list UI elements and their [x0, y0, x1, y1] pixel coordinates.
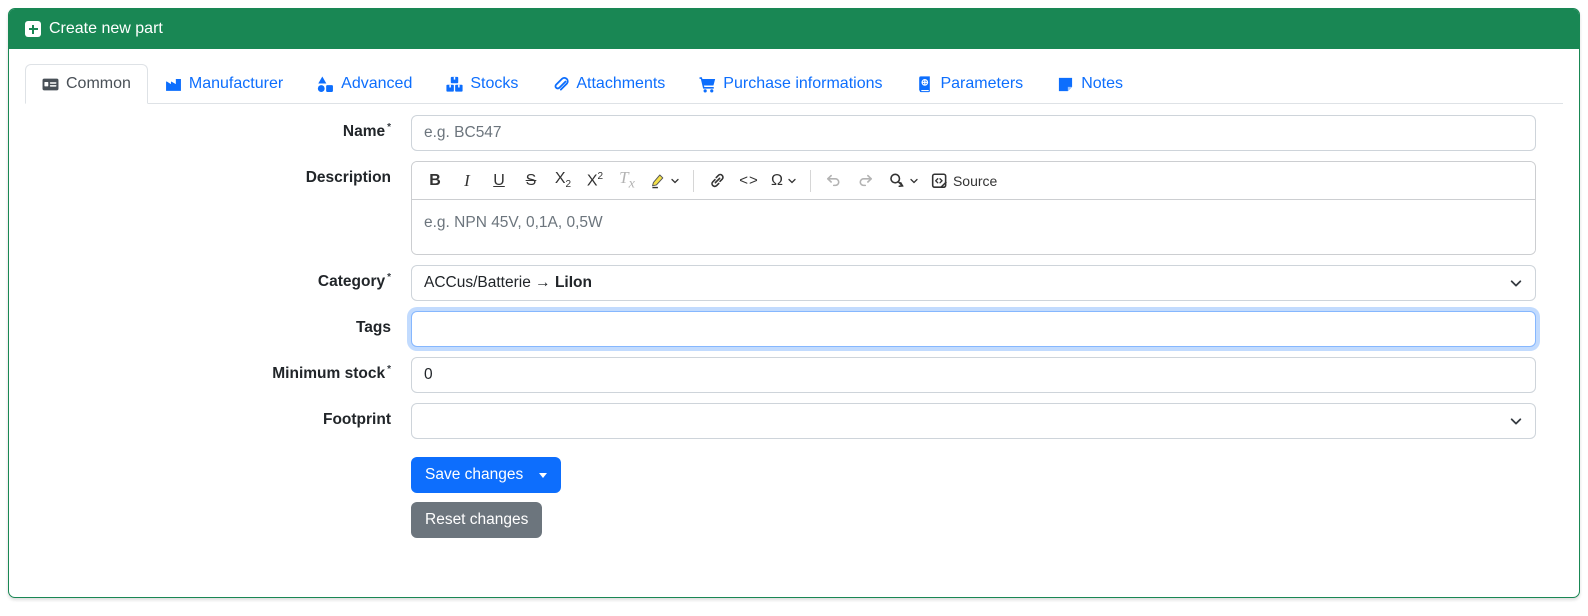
required-asterisk: * — [387, 364, 391, 375]
category-label: Category * — [317, 272, 391, 290]
sticky-note-icon — [1059, 77, 1073, 91]
chevron-down-icon — [671, 178, 679, 183]
find-replace-button[interactable] — [883, 167, 924, 195]
tab-label: Manufacturer — [188, 75, 284, 92]
toolbar-separator — [693, 169, 694, 192]
chevron-down-icon — [1510, 418, 1522, 425]
required-asterisk: * — [387, 122, 391, 133]
redo-icon — [860, 174, 873, 187]
create-part-card: Create new part Common Manufacturer Adva… — [8, 8, 1580, 598]
card-body: Common Manufacturer Advanced Stocks Atta… — [9, 49, 1579, 558]
footprint-select[interactable] — [411, 403, 1536, 439]
reset-changes-button[interactable]: Reset changes — [411, 502, 543, 538]
strikethrough-button[interactable]: S — [516, 167, 546, 195]
page: Create new part Common Manufacturer Adva… — [0, 0, 1588, 616]
source-icon — [931, 172, 947, 188]
tab-bar: Common Manufacturer Advanced Stocks Atta… — [25, 64, 1563, 104]
footprint-label: Footprint — [322, 411, 391, 428]
description-row: Description B I U S X2 X2 Tx <> Ω Source… — [25, 161, 1536, 255]
tab-attachments[interactable]: Attachments — [535, 64, 682, 104]
page-title: Create new part — [49, 20, 163, 37]
atlas-icon — [919, 75, 931, 92]
subscript-button[interactable]: X2 — [548, 167, 578, 195]
tab-label: Parameters — [940, 75, 1024, 92]
tab-notes[interactable]: Notes — [1040, 64, 1140, 104]
code-button[interactable]: <> — [734, 167, 764, 195]
minimum-stock-row: Minimum stock * — [25, 357, 1536, 393]
highlight-button[interactable] — [644, 167, 685, 195]
special-characters-button[interactable]: Ω — [766, 167, 802, 195]
description-textarea[interactable]: e.g. NPN 45V, 0,1A, 0,5W — [412, 200, 1535, 254]
part-form: Name* Description B I U S X2 X2 Tx — [25, 115, 1563, 538]
description-label: Description — [305, 169, 391, 186]
category-row: Category * ACCus/Batterie → LiIon — [25, 265, 1536, 301]
minimum-stock-input[interactable] — [411, 357, 1536, 393]
find-replace-icon — [890, 173, 904, 188]
tab-stocks[interactable]: Stocks — [429, 64, 535, 104]
toolbar-separator — [809, 169, 811, 192]
tags-row: Tags — [25, 311, 1536, 347]
undo-button[interactable] — [819, 167, 849, 195]
minimum-stock-label: Minimum stock * — [272, 364, 391, 382]
editor-toolbar: B I U S X2 X2 Tx <> Ω Source — [412, 162, 1535, 200]
category-select[interactable]: ACCus/Batterie → LiIon — [411, 265, 1536, 301]
remove-format-button[interactable]: Tx — [612, 167, 642, 195]
source-label: Source — [952, 172, 998, 189]
tab-label: Common — [66, 75, 131, 92]
name-input[interactable] — [411, 115, 1536, 151]
tab-label: Attachments — [576, 75, 666, 92]
superscript-button[interactable]: X2 — [580, 167, 610, 195]
shapes-icon — [318, 76, 334, 92]
tab-common[interactable]: Common — [25, 64, 148, 104]
boxes-stacked-icon — [446, 76, 463, 92]
italic-button[interactable]: I — [452, 167, 482, 195]
name-row: Name * — [25, 115, 1536, 151]
card-header: Create new part — [9, 9, 1579, 49]
name-label: Name * — [342, 122, 391, 140]
chevron-down-icon — [910, 178, 918, 183]
description-editor: B I U S X2 X2 Tx <> Ω Source e.g. NPN 45… — [411, 161, 1536, 255]
tab-label: Purchase informations — [723, 75, 883, 92]
chevron-down-icon — [1510, 280, 1522, 287]
source-button[interactable]: Source — [926, 167, 1002, 195]
paperclip-icon — [555, 76, 569, 91]
marker-pen-icon — [652, 174, 664, 189]
tab-advanced[interactable]: Advanced — [300, 64, 429, 104]
tags-input[interactable] — [411, 311, 1536, 347]
factory-icon — [165, 78, 181, 91]
chevron-down-icon — [788, 178, 796, 183]
tab-label: Stocks — [470, 75, 519, 92]
undo-icon — [827, 174, 840, 187]
tab-manufacturer[interactable]: Manufacturer — [148, 64, 300, 104]
cart-icon — [699, 76, 716, 92]
tab-label: Notes — [1081, 75, 1123, 92]
link-icon — [710, 173, 724, 188]
required-asterisk: * — [387, 272, 391, 283]
bold-button[interactable]: B — [420, 167, 450, 195]
save-changes-button[interactable]: Save changes — [411, 457, 562, 493]
tab-label: Advanced — [341, 75, 413, 92]
category-value: ACCus/Batterie → LiIon — [424, 274, 592, 291]
link-button[interactable] — [702, 167, 732, 195]
caret-down-icon — [539, 472, 548, 478]
tab-parameters[interactable]: Parameters — [899, 64, 1040, 104]
footprint-row: Footprint — [25, 403, 1536, 439]
tags-label: Tags — [355, 319, 391, 336]
save-label: Save changes — [425, 466, 524, 483]
underline-button[interactable]: U — [484, 167, 514, 195]
button-zone: Save changes Reset changes — [411, 457, 1536, 538]
redo-button[interactable] — [851, 167, 881, 195]
id-card-icon — [42, 78, 59, 90]
square-plus-icon — [25, 21, 41, 37]
tab-purchase-informations[interactable]: Purchase informations — [682, 64, 899, 104]
omega-icon: Ω — [771, 171, 783, 189]
reset-label: Reset changes — [425, 511, 529, 528]
